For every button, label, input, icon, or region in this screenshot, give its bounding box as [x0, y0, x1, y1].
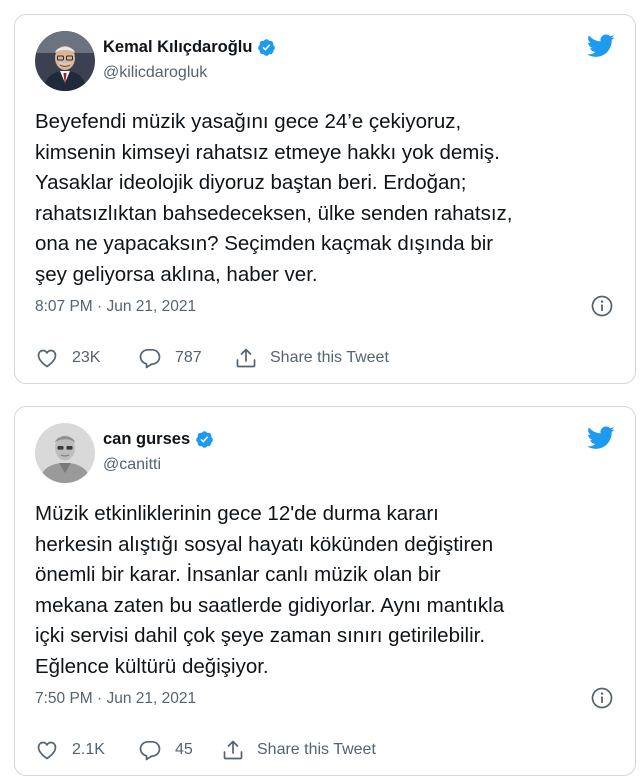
like-count: 2.1K [72, 741, 105, 758]
tweet-text-line: şey geliyorsa aklına, haber ver. [35, 262, 318, 286]
reply-count: 787 [175, 349, 202, 366]
display-name[interactable]: Kemal Kılıçdaroğlu [103, 38, 252, 57]
info-icon[interactable] [590, 294, 614, 318]
reply-bubble-icon [139, 740, 161, 761]
tweet-text-line: Eğlence kültürü değişiyor. [35, 654, 269, 678]
twitter-bird-icon[interactable] [587, 34, 615, 58]
tweet-text-line: ona ne yapacaksın? Seçimden kaçmak dışın… [35, 232, 494, 255]
share-label: Share this Tweet [270, 349, 389, 366]
verified-badge-icon [258, 39, 276, 56]
timestamp-link[interactable]: 8:07 PM · Jun 21, 2021 [35, 298, 196, 316]
tweet-text-line: Müzik etkinliklerinin gece 12'de durma k… [35, 502, 439, 525]
tweet-text-line: Yasaklar ideolojik diyoruz baştan beri. … [35, 171, 467, 194]
action-bar: 2.1K 45 Share this Tweet [35, 738, 376, 762]
tweet-card[interactable]: Kemal Kılıçdaroğlu @kilicdarogluk Beyefe… [14, 14, 636, 384]
author-name-row[interactable]: can gurses [103, 430, 214, 449]
reply-bubble-icon [139, 348, 161, 369]
share-icon [236, 348, 256, 368]
timestamp-link[interactable]: 7:50 PM · Jun 21, 2021 [35, 690, 196, 708]
tweet-card[interactable]: can gurses @canitti Müzik etkinliklerini… [14, 406, 636, 776]
display-name[interactable]: can gurses [103, 430, 190, 449]
heart-icon [37, 741, 57, 760]
info-icon[interactable] [590, 686, 614, 710]
handle[interactable]: @kilicdarogluk [103, 64, 207, 82]
share-button[interactable]: Share this Tweet [221, 738, 376, 762]
heart-icon [37, 349, 57, 368]
avatar[interactable] [35, 31, 95, 91]
tweet-text: Müzik etkinliklerinin gece 12'de durma k… [35, 499, 615, 682]
like-button[interactable]: 23K [35, 346, 138, 370]
tweet-text-line: Beyefendi müzik yasağını gece 24’e çekiy… [35, 110, 462, 133]
tweet-text-line: mekana zaten bu saatlerde gidiyorlar. Ay… [35, 593, 505, 617]
tweet-text-line: önemli bir karar. İnsanlar canlı müzik o… [35, 563, 441, 586]
action-bar: 23K 787 Share this Tweet [35, 346, 389, 370]
reply-button[interactable]: 787 [138, 346, 234, 370]
reply-count: 45 [175, 741, 193, 758]
author-name-row[interactable]: Kemal Kılıçdaroğlu [103, 38, 276, 57]
tweet-text: Beyefendi müzik yasağını gece 24’e çekiy… [35, 107, 615, 290]
like-count: 23K [72, 349, 101, 366]
tweet-text-line: herkesin alıştığı sosyal hayatı kökünden… [35, 532, 494, 556]
tweet-text-line: rahatsızlıktan bahsedeceksen, ülke sende… [35, 201, 513, 225]
tweet-text-line: içki servisi dahil çok şeye zaman sınırı… [35, 624, 486, 647]
verified-badge-icon [196, 431, 213, 448]
avatar[interactable] [35, 423, 95, 483]
twitter-bird-icon[interactable] [587, 426, 615, 450]
like-button[interactable]: 2.1K [35, 738, 138, 762]
share-icon [223, 740, 243, 760]
share-button[interactable]: Share this Tweet [234, 346, 389, 370]
share-label: Share this Tweet [257, 741, 376, 758]
reply-button[interactable]: 45 [138, 738, 221, 762]
tweet-text-line: kimsenin kimseyi rahatsız etmeye hakkı y… [35, 140, 500, 164]
handle[interactable]: @canitti [103, 456, 161, 474]
